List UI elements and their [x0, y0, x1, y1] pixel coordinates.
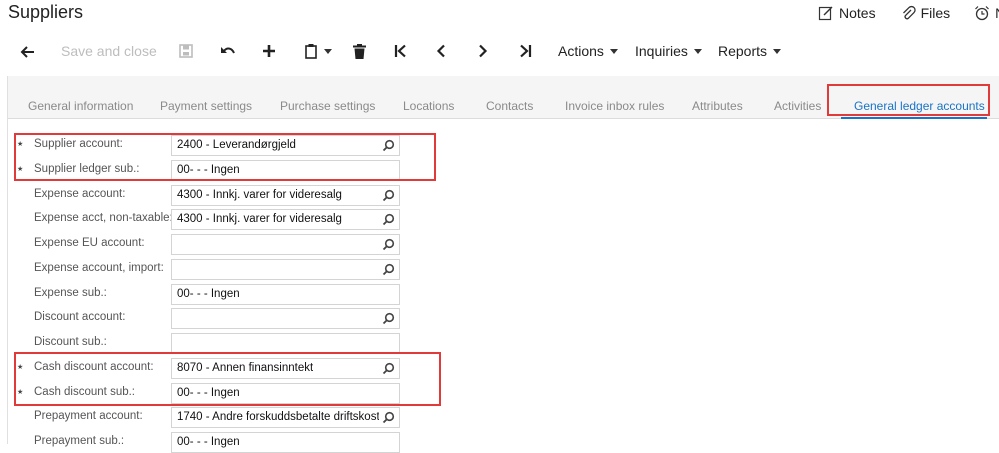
expense-sub-label: Expense sub.: — [34, 287, 107, 299]
back-button[interactable] — [16, 34, 40, 68]
expense-sub-field[interactable]: 00- - - Ingen — [171, 284, 400, 305]
page-title: Suppliers — [8, 2, 84, 22]
chevron-right-icon — [479, 44, 488, 58]
first-icon — [394, 44, 406, 58]
search-icon[interactable] — [382, 213, 395, 226]
actions-label: Actions — [558, 43, 604, 59]
tab-invoice-inbox-rules[interactable]: Invoice inbox rules — [565, 99, 664, 113]
tab-activities[interactable]: Activities — [774, 99, 821, 113]
delete-button[interactable] — [351, 34, 367, 68]
first-record-button[interactable] — [393, 34, 409, 68]
last-icon — [520, 44, 532, 58]
tab-contacts[interactable]: Contacts — [486, 99, 533, 113]
top-links: Notes Files No — [818, 5, 999, 21]
discount-sub-field[interactable] — [171, 333, 400, 354]
expense-eu-account-field[interactable] — [171, 234, 400, 255]
chevron-down-icon — [773, 48, 782, 54]
prepayment-account-value: 1740 - Andre forskuddsbetalte driftskost… — [177, 411, 379, 423]
search-icon[interactable] — [382, 263, 395, 276]
search-icon[interactable] — [382, 189, 395, 202]
highlight-box-cash-discount — [14, 352, 441, 406]
prepayment-account-field[interactable]: 1740 - Andre forskuddsbetalte driftskost… — [171, 407, 400, 428]
reminder-link[interactable]: No — [974, 5, 999, 21]
inquiries-menu[interactable]: Inquiries — [635, 34, 702, 68]
expense-account-label: Expense account: — [34, 188, 126, 200]
add-button[interactable] — [260, 34, 278, 68]
files-link[interactable]: Files — [900, 5, 951, 21]
alarm-clock-icon — [975, 6, 990, 21]
expense-account-value: 4300 - Innkj. varer for videresalg — [177, 189, 342, 201]
expense-acct-non-taxable-field[interactable]: 4300 - Innkj. varer for videresalg — [171, 209, 400, 230]
paperclip-icon — [902, 5, 916, 20]
search-icon[interactable] — [382, 411, 395, 424]
actions-menu[interactable]: Actions — [558, 34, 618, 68]
expense-account-import-label: Expense account, import: — [34, 262, 164, 274]
save-and-close-button[interactable]: Save and close — [61, 34, 157, 68]
search-icon[interactable] — [382, 312, 395, 325]
prepayment-sub-field[interactable]: 00- - - Ingen — [171, 432, 400, 453]
expense-acct-non-taxable-label: Expense acct, non-taxable: — [34, 212, 173, 224]
expense-eu-account-label: Expense EU account: — [34, 237, 145, 249]
expense-account-import-field[interactable] — [171, 259, 400, 280]
content-panel: General information Payment settings Pur… — [7, 76, 999, 453]
tab-general-information[interactable]: General information — [28, 99, 133, 113]
inquiries-label: Inquiries — [635, 43, 688, 59]
discount-account-label: Discount account: — [34, 311, 126, 323]
discount-sub-label: Discount sub.: — [34, 336, 107, 348]
prepayment-account-label: Prepayment account: — [34, 410, 143, 422]
notes-link[interactable]: Notes — [818, 5, 876, 21]
chevron-down-icon — [324, 48, 332, 54]
highlight-box-supplier-accounts — [14, 133, 436, 181]
prepayment-sub-label: Prepayment sub.: — [34, 435, 125, 447]
plus-icon — [263, 45, 275, 57]
active-tab-indicator — [841, 117, 987, 119]
tab-locations[interactable]: Locations — [403, 99, 454, 113]
tab-payment-settings[interactable]: Payment settings — [160, 99, 252, 113]
reminder-label: No — [995, 5, 999, 21]
expense-account-field[interactable]: 4300 - Innkj. varer for videresalg — [171, 185, 400, 206]
highlight-box-active-tab — [827, 84, 990, 116]
undo-button[interactable] — [218, 34, 238, 68]
chevron-down-icon — [609, 48, 618, 54]
notes-label: Notes — [839, 5, 876, 21]
previous-record-button[interactable] — [434, 34, 448, 68]
next-record-button[interactable] — [476, 34, 490, 68]
files-label: Files — [920, 5, 951, 21]
save-button[interactable] — [177, 34, 195, 68]
reports-label: Reports — [718, 43, 768, 59]
tab-attributes[interactable]: Attributes — [692, 99, 743, 113]
expense-acct-non-taxable-value: 4300 - Innkj. varer for videresalg — [177, 213, 342, 225]
title-bar: Suppliers Notes Files No — [0, 0, 999, 30]
reports-menu[interactable]: Reports — [718, 34, 782, 68]
clipboard-icon — [305, 44, 317, 59]
tab-purchase-settings[interactable]: Purchase settings — [280, 99, 375, 113]
chevron-left-icon — [436, 44, 445, 58]
notes-icon — [818, 6, 833, 21]
search-icon[interactable] — [382, 238, 395, 251]
discount-account-field[interactable] — [171, 308, 400, 329]
toolbar: Save and close Actions Inquiries Reports — [0, 34, 999, 68]
back-arrow-icon — [20, 46, 34, 58]
chevron-down-icon — [693, 48, 702, 54]
undo-icon — [221, 47, 235, 54]
trash-icon — [352, 43, 366, 59]
last-record-button[interactable] — [517, 34, 533, 68]
prepayment-sub-value: 00- - - Ingen — [177, 436, 240, 448]
save-icon — [179, 44, 193, 58]
expense-sub-value: 00- - - Ingen — [177, 288, 240, 300]
copy-paste-button[interactable] — [303, 34, 333, 68]
